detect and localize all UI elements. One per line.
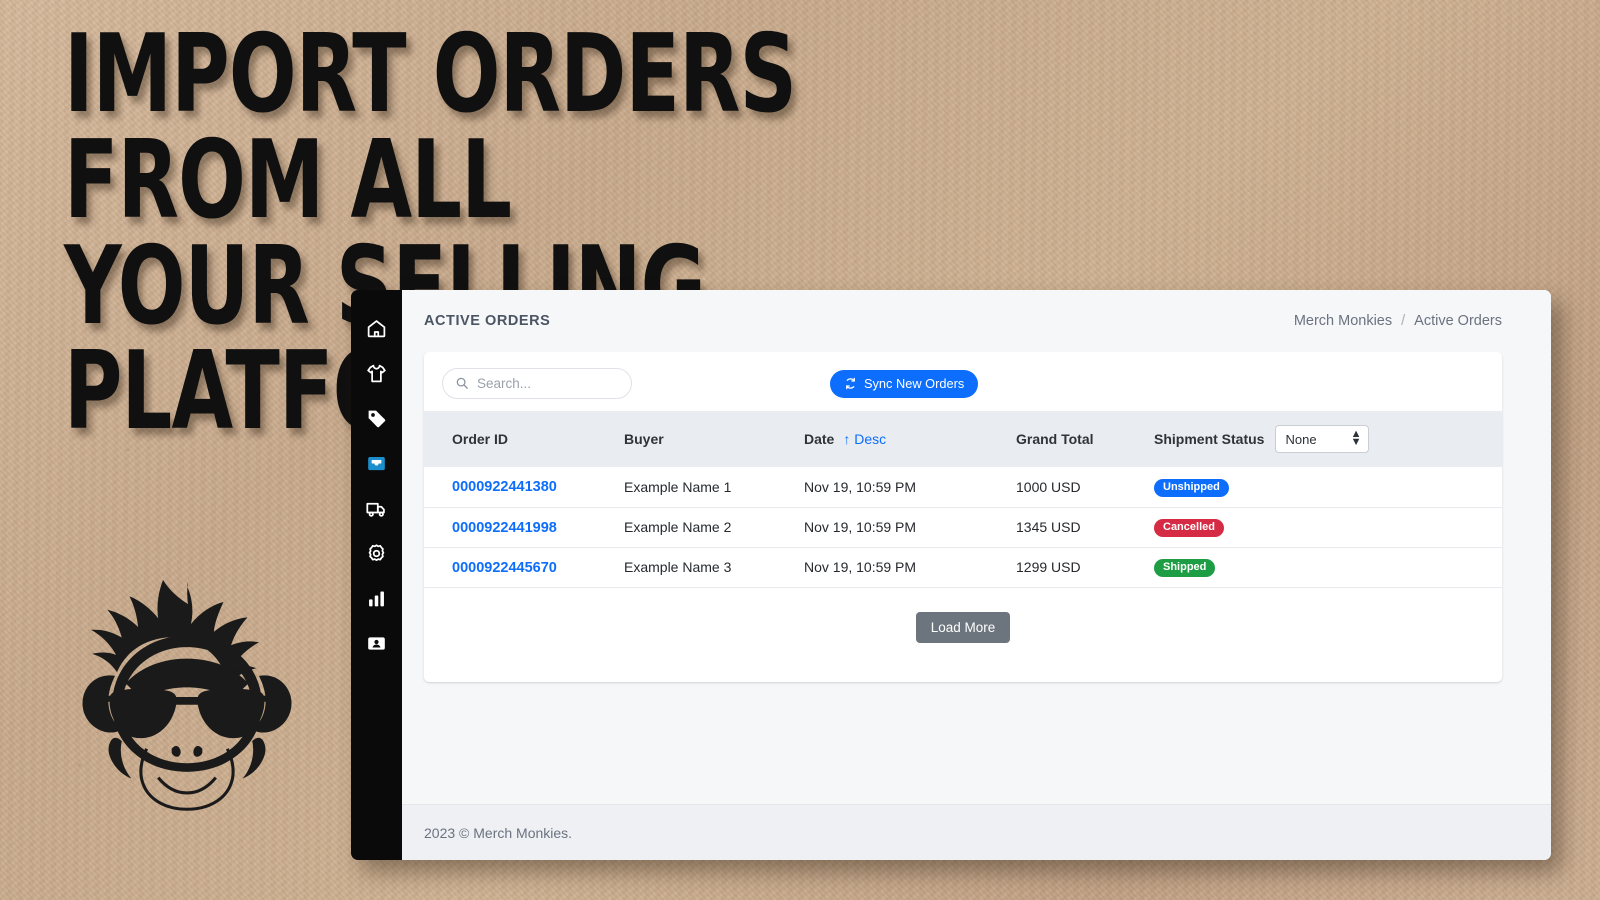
merch-monkies-monkey-logo [62,564,312,815]
column-header-grand-total[interactable]: Grand Total [1016,411,1154,467]
app-footer: 2023 © Merch Monkies. [402,804,1551,860]
gear-icon [368,544,385,562]
sidebar-nav [351,290,402,860]
truck-icon [366,502,385,517]
poster-canvas: Import Orders From All Your Selling Plat… [0,0,1600,900]
status-badge: Unshipped [1154,479,1229,497]
app-window: ACTIVE ORDERS Merch Monkies / Active Ord… [351,290,1551,860]
column-header-date[interactable]: Date ↑ Desc [804,411,1016,467]
status-badge: Cancelled [1154,519,1224,537]
bar-chart-icon [369,591,384,607]
shipment-status-filter-select[interactable]: None [1275,425,1370,453]
table-header-row: Order ID Buyer Date ↑ Desc Grand Total Sh… [424,411,1502,467]
breadcrumb-root[interactable]: Merch Monkies [1294,313,1392,329]
order-id-link[interactable]: 0000922441998 [452,520,557,536]
cell-grand-total: 1000 USD [1016,467,1154,508]
table-row[interactable]: 0000922441380 Example Name 1 Nov 19, 10:… [424,467,1502,508]
sync-new-orders-button[interactable]: Sync New Orders [830,369,979,398]
shipment-status-label: Shipment Status [1154,431,1265,447]
load-more-button[interactable]: Load More [915,612,1011,644]
home-icon [367,320,386,338]
id-card-icon [368,637,385,650]
cell-date: Nov 19, 10:59 PM [804,467,1016,508]
cell-buyer: Example Name 2 [624,507,804,548]
cell-grand-total: 1299 USD [1016,547,1154,588]
breadcrumb-separator: / [1401,313,1406,329]
status-filter-wrapper: None ▲ ▼ [1275,425,1370,453]
status-badge: Shipped [1154,559,1216,577]
tshirt-icon [367,364,386,383]
sidebar-item-settings[interactable] [351,531,402,576]
cell-buyer: Example Name 1 [624,467,804,508]
column-header-shipment-status: Shipment Status None ▲ ▼ [1154,411,1502,467]
sidebar-item-listings[interactable] [351,396,402,441]
load-more-row: Load More [424,588,1502,683]
sidebar-item-account[interactable] [351,621,402,666]
orders-table-head: Order ID Buyer Date ↑ Desc Grand Total Sh… [424,411,1502,467]
refresh-icon [846,377,855,390]
sidebar-item-products[interactable] [351,351,402,396]
sidebar-item-shipping[interactable] [351,486,402,531]
orders-card: Sync New Orders Order ID Buyer Date ↑ Des… [424,352,1502,682]
order-id-link[interactable]: 0000922441380 [452,479,557,495]
cell-date: Nov 19, 10:59 PM [804,507,1016,548]
orders-toolbar: Sync New Orders [424,352,1502,411]
search-input[interactable] [442,368,632,399]
sort-direction-link[interactable]: ↑ Desc [843,431,886,447]
cell-date: Nov 19, 10:59 PM [804,547,1016,588]
table-row[interactable]: 0000922441998 Example Name 2 Nov 19, 10:… [424,507,1502,548]
orders-table: Order ID Buyer Date ↑ Desc Grand Total Sh… [424,411,1502,588]
app-content: ACTIVE ORDERS Merch Monkies / Active Ord… [402,290,1551,860]
column-header-order-id[interactable]: Order ID [424,411,624,467]
orders-table-body: 0000922441380 Example Name 1 Nov 19, 10:… [424,467,1502,588]
column-header-date-label: Date [804,431,835,447]
table-row[interactable]: 0000922445670 Example Name 3 Nov 19, 10:… [424,547,1502,588]
sidebar-item-home[interactable] [351,306,402,351]
page-body: Sync New Orders Order ID Buyer Date ↑ Des… [402,352,1551,804]
content-topbar: ACTIVE ORDERS Merch Monkies / Active Ord… [402,290,1551,352]
order-id-link[interactable]: 0000922445670 [452,560,557,576]
tag-icon [368,410,386,428]
search-field-wrapper [442,368,632,399]
page-title: ACTIVE ORDERS [424,313,551,329]
sidebar-item-orders[interactable] [351,441,402,486]
breadcrumb-current: Active Orders [1414,313,1502,329]
cell-buyer: Example Name 3 [624,547,804,588]
sync-button-label: Sync New Orders [864,376,965,391]
cell-grand-total: 1345 USD [1016,507,1154,548]
column-header-buyer[interactable]: Buyer [624,411,804,467]
sidebar-item-reports[interactable] [351,576,402,621]
inbox-icon [368,456,385,471]
breadcrumb: Merch Monkies / Active Orders [1294,313,1502,329]
